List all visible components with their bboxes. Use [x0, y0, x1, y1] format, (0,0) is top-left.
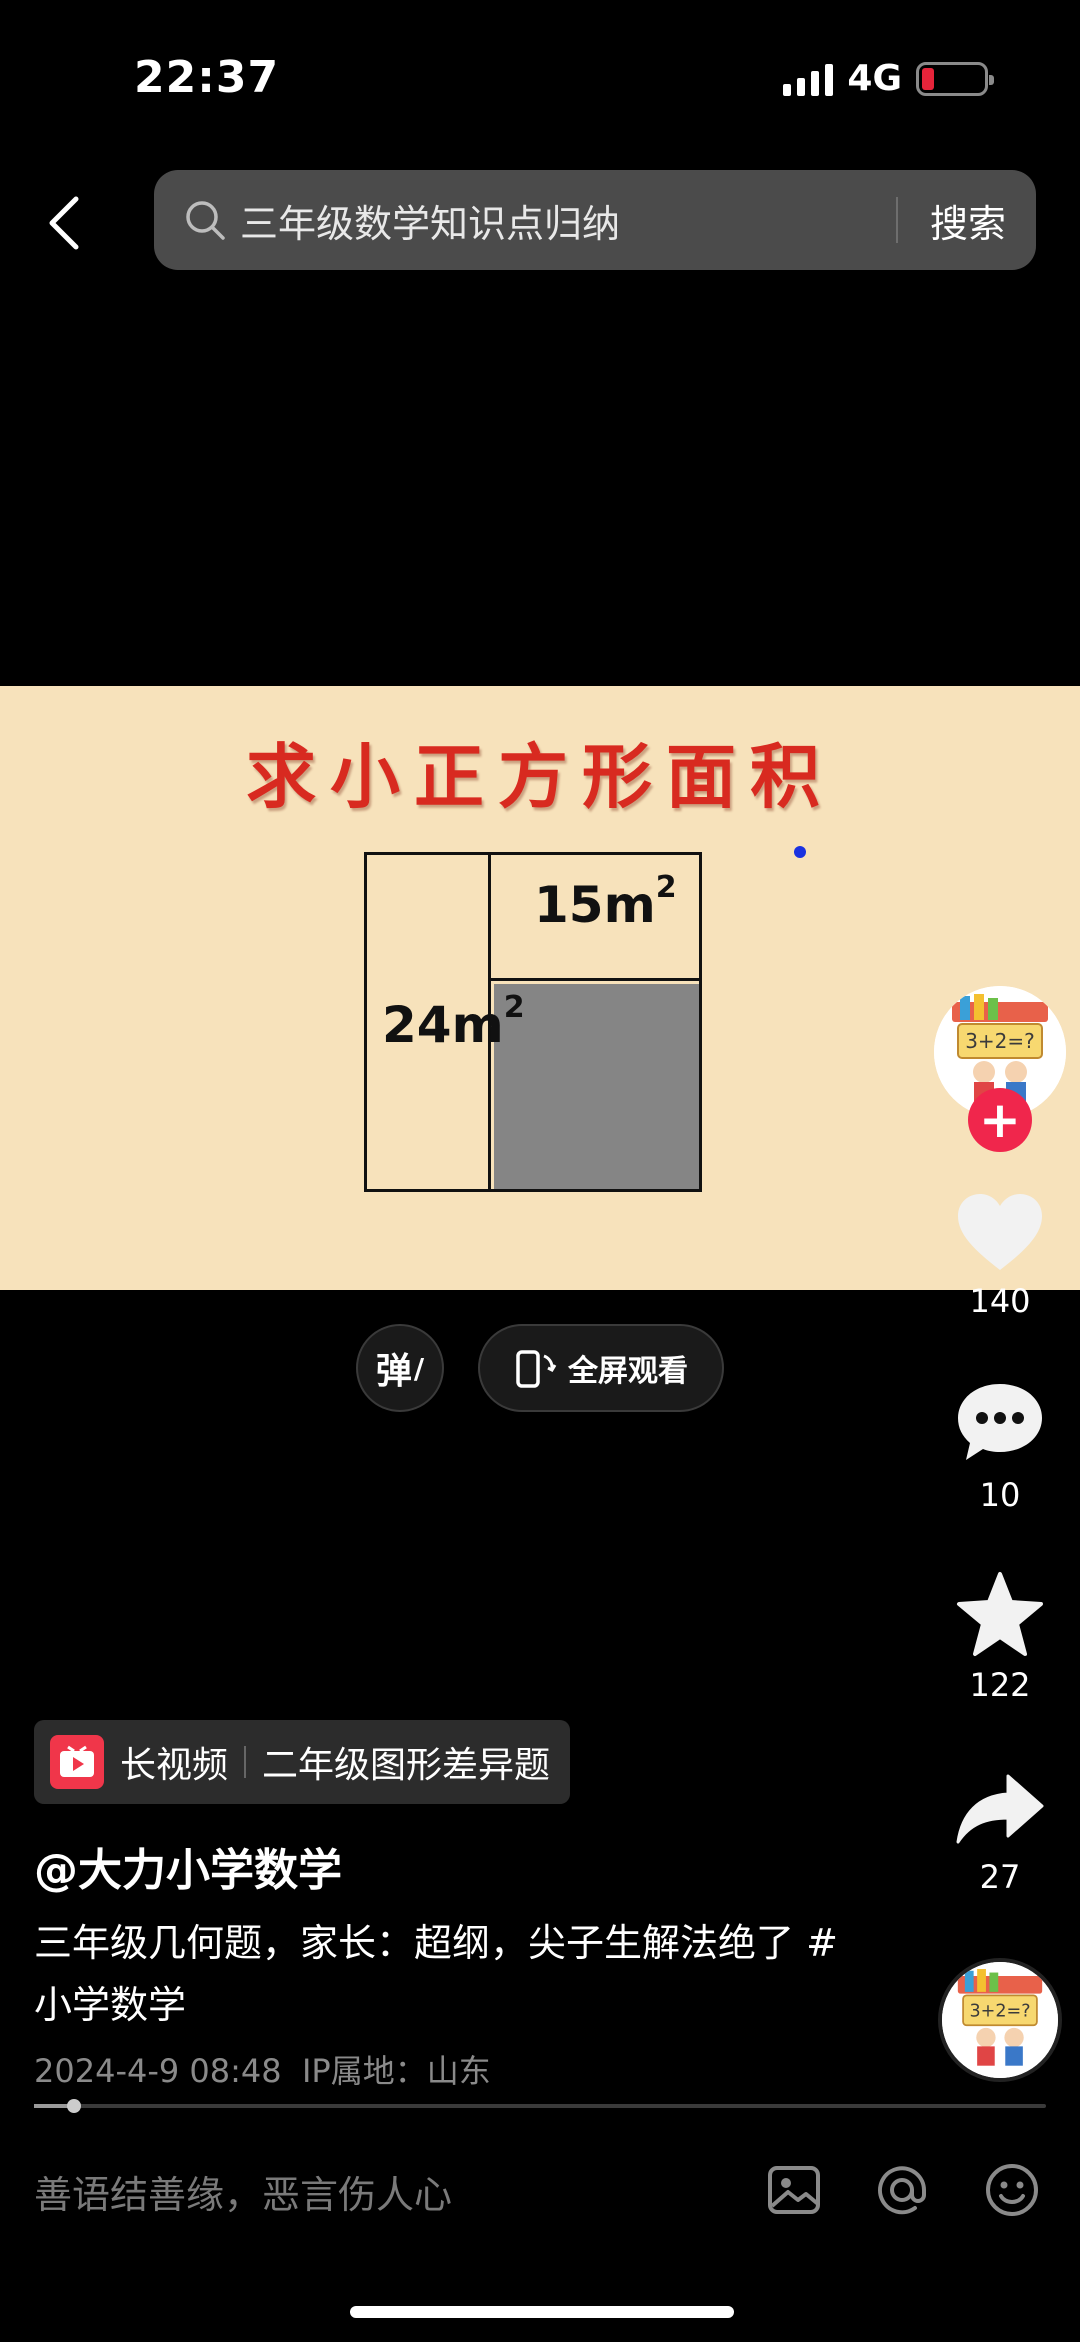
video-progress-bar[interactable]: [34, 2099, 1046, 2113]
danmu-label: 弹: [375, 1351, 412, 1392]
author-username[interactable]: @大力小学数学: [34, 1834, 342, 1898]
comment-count: 10: [979, 1476, 1021, 1514]
video-title-text: 求小正方形面积: [246, 735, 834, 818]
signal-icon: [783, 62, 834, 96]
svg-text:3+2=?: 3+2=?: [965, 1029, 1035, 1053]
search-input[interactable]: 三年级数学知识点归纳: [240, 193, 896, 248]
ip-location: IP属地：山东: [301, 2052, 491, 2090]
image-icon[interactable]: [764, 2160, 824, 2220]
search-divider: [895, 197, 898, 243]
fullscreen-button[interactable]: 全屏观看: [478, 1324, 724, 1412]
video-description: 三年级几何题，家长：超纲，尖子生解法绝了 #小学数学: [34, 1921, 838, 2027]
status-time: 22:37: [134, 52, 280, 103]
like-count: 140: [969, 1282, 1031, 1320]
follow-button[interactable]: +: [968, 1088, 1032, 1152]
progress-knob[interactable]: [67, 2099, 82, 2113]
back-button[interactable]: [38, 188, 90, 258]
network-type: 4G: [847, 58, 902, 99]
svg-text:3+2=?: 3+2=?: [969, 2001, 1030, 2021]
mention-icon[interactable]: [872, 2160, 932, 2220]
comment-bubble-icon: [958, 1384, 1042, 1460]
heart-icon: [958, 1194, 1042, 1270]
comment-button[interactable]: 10: [940, 1380, 1060, 1514]
star-icon: [957, 1572, 1043, 1656]
music-disc[interactable]: 3+2=?: [938, 1958, 1062, 2082]
video-player[interactable]: 求小正方形面积 15m2 24m2: [0, 686, 1080, 1290]
post-meta: 2024-4-9 08:48 IP属地：山东: [34, 2046, 491, 2092]
long-video-icon: [50, 1735, 104, 1789]
pointer-dot: [794, 846, 806, 858]
home-indicator[interactable]: [350, 2306, 734, 2318]
search-button[interactable]: 搜索: [930, 193, 1006, 248]
fullscreen-label: 全屏观看: [568, 1354, 688, 1389]
long-video-chip[interactable]: 长视频 二年级图形差异题: [34, 1720, 571, 1804]
comment-input[interactable]: 善语结善缘，恶言伤人心: [34, 2164, 452, 2219]
long-video-divider: [244, 1746, 247, 1778]
favorite-count: 122: [969, 1666, 1031, 1704]
status-indicators: 4G: [783, 58, 994, 99]
music-disc-illustration: 3+2=?: [942, 1962, 1058, 2078]
danmu-toggle-button[interactable]: 弹 /: [356, 1324, 444, 1412]
share-button[interactable]: 27: [940, 1770, 1060, 1896]
post-date: 2024-4-9 08:48: [34, 2052, 282, 2090]
emoji-icon[interactable]: [982, 2160, 1042, 2220]
long-video-title: 二年级图形差异题: [262, 1745, 551, 1786]
favorite-button[interactable]: 122: [940, 1570, 1060, 1704]
search-icon: [186, 201, 225, 240]
label-top-area: 15m2: [534, 870, 677, 934]
chevron-left-icon: [49, 196, 79, 250]
label-left-area: 24m2: [382, 990, 525, 1054]
share-arrow-icon: [956, 1774, 1044, 1844]
share-count: 27: [979, 1858, 1021, 1896]
battery-icon: [916, 61, 994, 96]
search-bar[interactable]: 三年级数学知识点归纳 搜索: [154, 170, 1036, 270]
like-button[interactable]: 140: [940, 1190, 1060, 1320]
long-video-label: 长视频: [120, 1745, 229, 1786]
rotate-screen-icon: [516, 1350, 557, 1388]
